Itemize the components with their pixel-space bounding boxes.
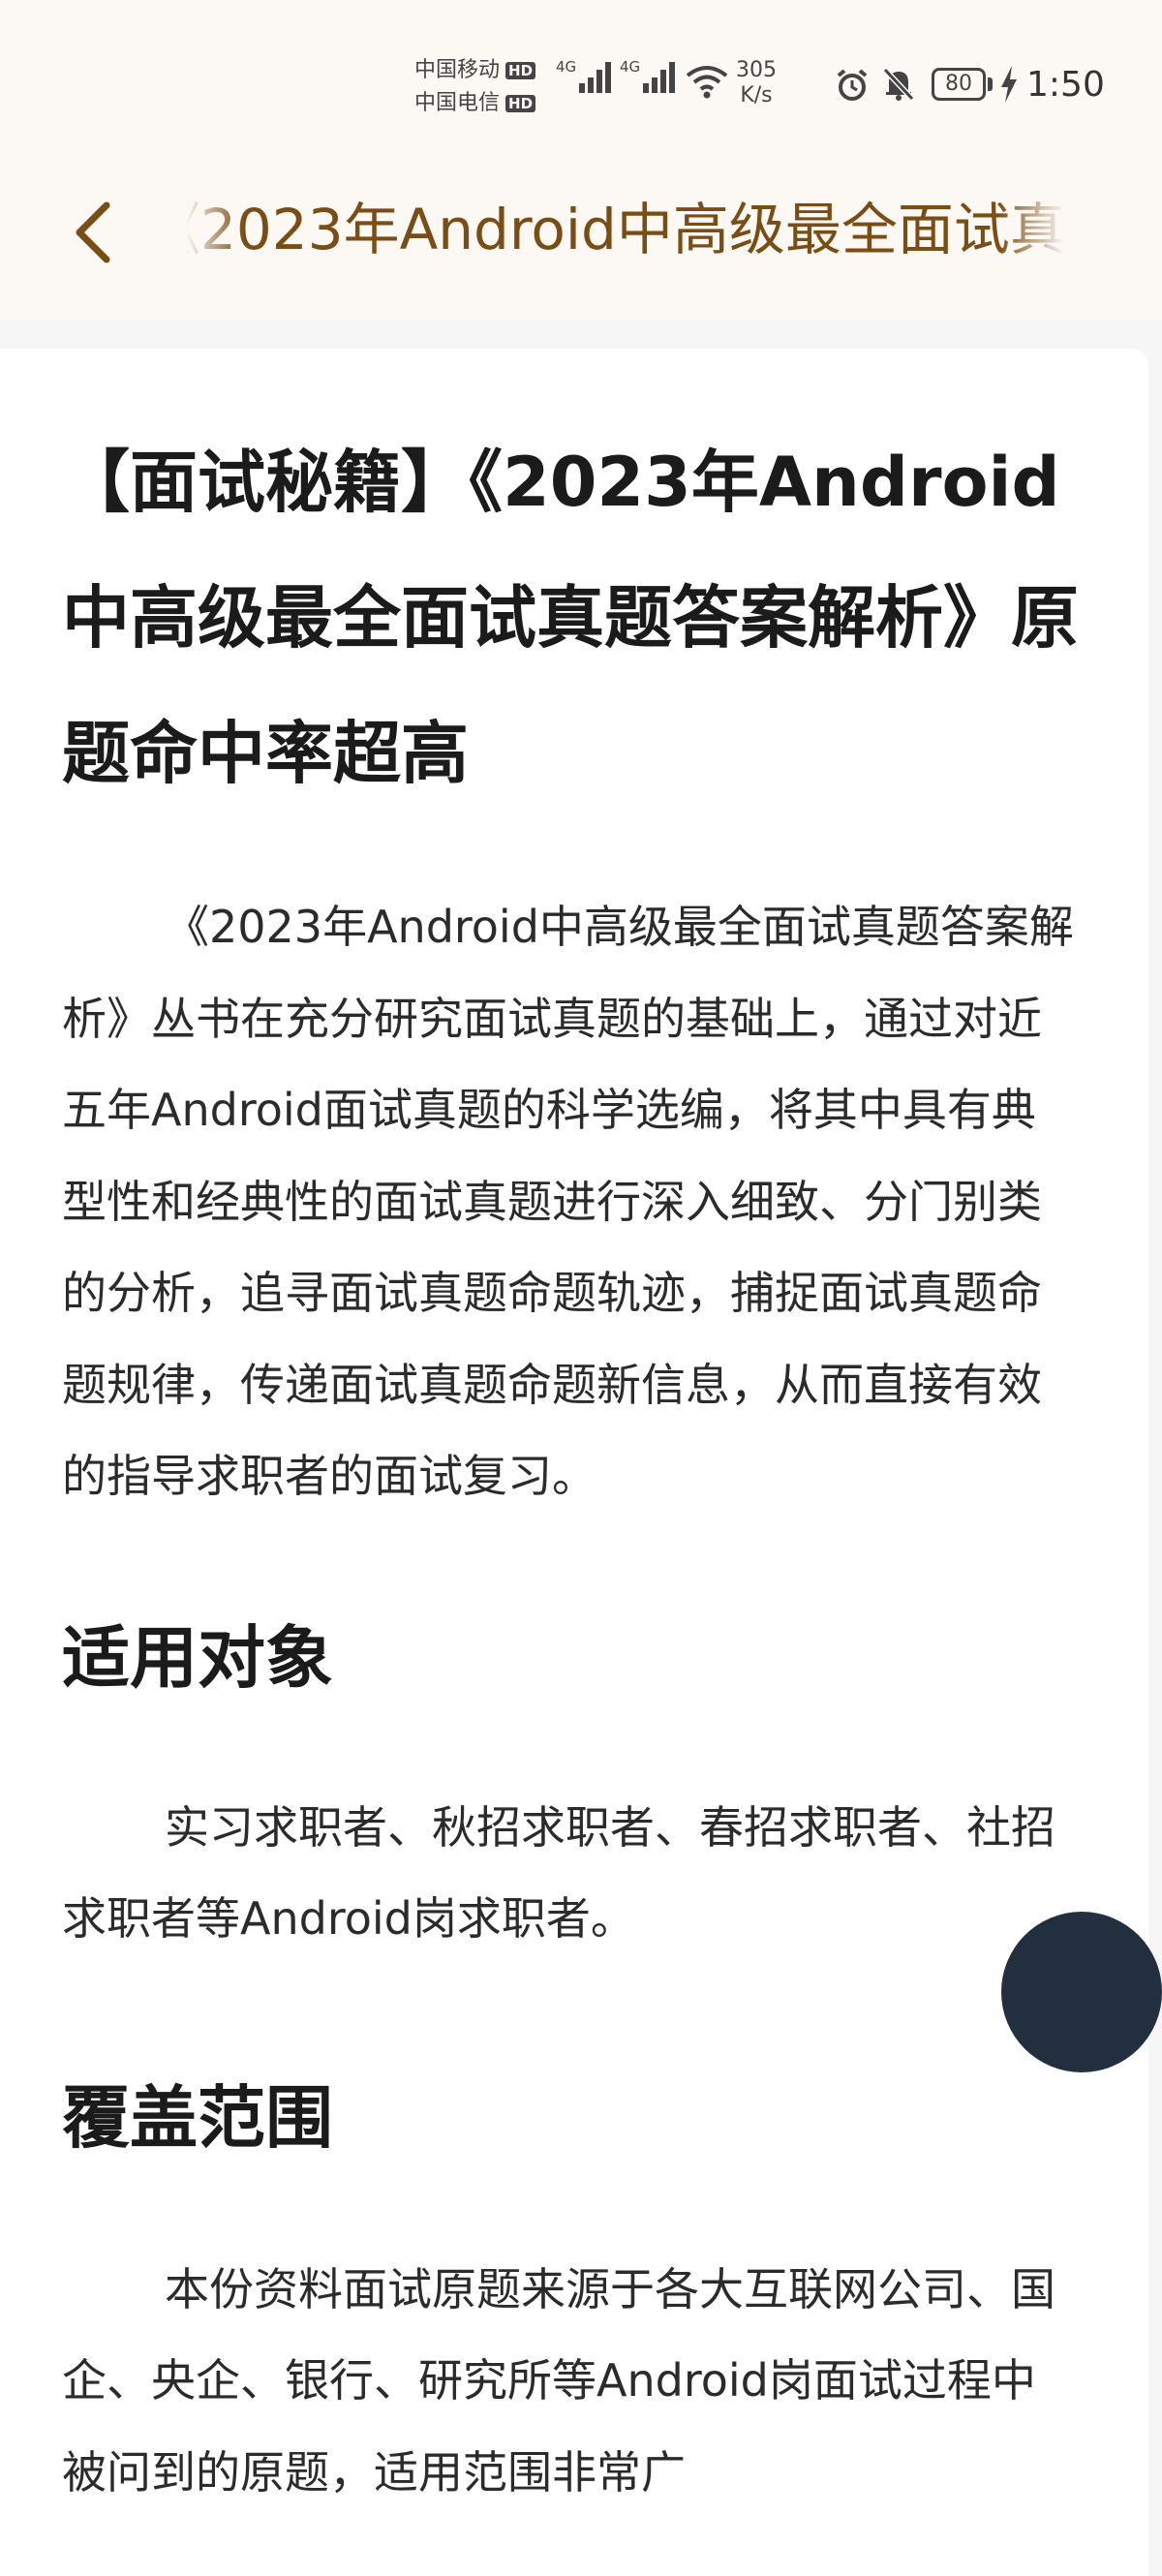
- carrier-1: 中国移动: [414, 58, 501, 82]
- intro-paragraph: 《2023年Android中高级最全面试真题答案解析》丛书在充分研究面试真题的基…: [62, 901, 1074, 1502]
- carrier-info: 中国移动 HD 中国电信 HD: [414, 54, 536, 120]
- fade-left: [186, 186, 244, 273]
- nav-title: 《2023年Android中高级最全面试真题答案解析》原题命中率超高: [186, 197, 1065, 262]
- section-heading-coverage: 覆盖范围: [62, 2077, 333, 2158]
- wifi-icon: [686, 66, 728, 99]
- signal-1-icon: 4G: [556, 58, 612, 93]
- clock: 1:50: [1026, 65, 1105, 105]
- fade-right: [997, 186, 1065, 273]
- article-title: 【面试秘籍】《2023年Android中高级最全面试真题答案解析》原题命中率超高: [62, 443, 1079, 793]
- article: 【面试秘籍】《2023年Android中高级最全面试真题答案解析》原题命中率超高…: [62, 442, 1079, 2518]
- chevron-left-icon: [76, 201, 110, 263]
- network-speed: 305 K/s: [736, 58, 777, 107]
- bell-off-icon: [882, 67, 915, 102]
- back-button[interactable]: [48, 184, 136, 281]
- carrier-2: 中国电信: [414, 91, 501, 115]
- battery-tip: [988, 77, 993, 91]
- floating-action-button[interactable]: [1001, 1912, 1162, 2072]
- nav-bar: 《2023年Android中高级最全面试真题答案解析》原题命中率超高: [0, 165, 1162, 320]
- status-bar: 中国移动 HD 中国电信 HD 4G 4G 305 K/s 80 1:50: [0, 0, 1162, 165]
- hd-badge: HD: [505, 95, 536, 112]
- section-heading-audience: 适用对象: [62, 1617, 333, 1698]
- content-card: 【面试秘籍】《2023年Android中高级最全面试真题答案解析》原题命中率超高…: [0, 349, 1148, 2576]
- hd-badge: HD: [505, 62, 536, 79]
- signal-2-icon: 4G: [620, 58, 676, 93]
- section-body-audience: 实习求职者、秋招求职者、春招求职者、社招求职者等Android岗求职者。: [62, 1800, 1055, 1946]
- bolt-icon: [1001, 66, 1017, 103]
- battery-indicator: 80: [932, 68, 986, 101]
- nav-title-container: 《2023年Android中高级最全面试真题答案解析》原题命中率超高: [186, 186, 1065, 273]
- alarm-icon: [837, 69, 868, 101]
- section-body-coverage: 本份资料面试原题来源于各大互联网公司、国企、央企、银行、研究所等Android岗…: [62, 2262, 1055, 2499]
